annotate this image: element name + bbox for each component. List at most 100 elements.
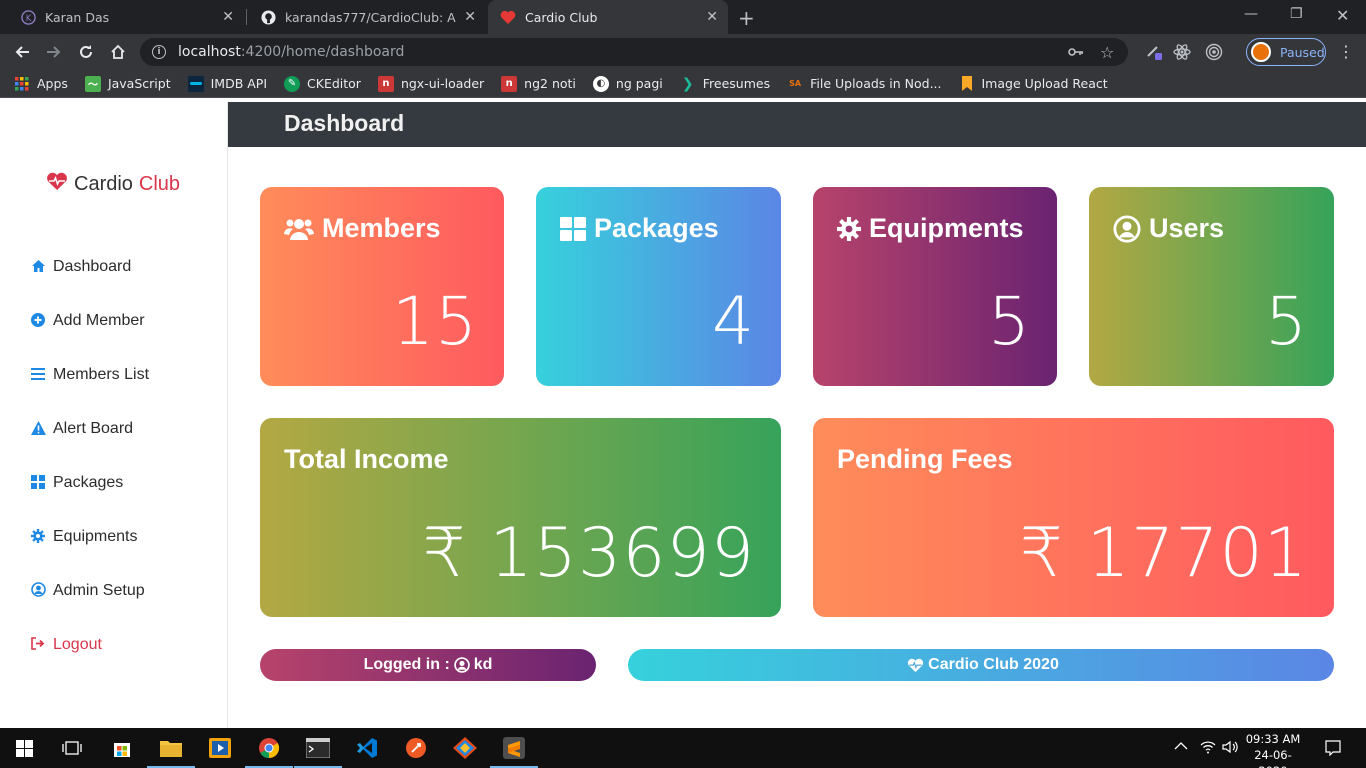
- bookmark-ckeditor[interactable]: ✎ CKEditor: [284, 75, 361, 92]
- stat-card-packages[interactable]: Packages 4: [536, 187, 781, 386]
- nav-equipments[interactable]: Equipments: [30, 525, 138, 549]
- nav-dashboard[interactable]: Dashboard: [30, 255, 131, 279]
- npm-icon: n: [501, 75, 518, 92]
- store-icon[interactable]: [98, 728, 146, 768]
- bookmark-apps[interactable]: Apps: [14, 76, 68, 92]
- pending-fees-card[interactable]: Pending Fees ₹ 17701: [813, 418, 1334, 617]
- npm-icon: n: [377, 75, 394, 92]
- window-close-icon[interactable]: ✕: [1336, 6, 1349, 25]
- brand-name: Cardio: [74, 173, 133, 195]
- profile-paused-button[interactable]: Paused: [1246, 38, 1326, 66]
- windows-start-icon[interactable]: [0, 728, 48, 768]
- bookmark-label: File Uploads in Nod...: [810, 76, 942, 91]
- postman-icon[interactable]: [392, 728, 440, 768]
- nav-label: Dashboard: [53, 258, 132, 275]
- home-browser-icon[interactable]: [106, 40, 130, 64]
- profile-status: Paused: [1280, 44, 1325, 60]
- reload-icon[interactable]: [74, 40, 98, 64]
- git-kraken-icon[interactable]: [441, 728, 489, 768]
- browser-toolbar: i localhost:4200/home/dashboard ☆ Paused: [0, 34, 1366, 70]
- terminal-icon[interactable]: [294, 728, 342, 768]
- bookmark-icon: [959, 76, 975, 92]
- browser-menu-icon[interactable]: ⋮: [1338, 42, 1354, 61]
- stat-card-equipments[interactable]: Equipments 5: [813, 187, 1057, 386]
- wifi-icon[interactable]: [1200, 740, 1216, 758]
- file-explorer-icon[interactable]: [147, 728, 195, 768]
- key-icon[interactable]: [1068, 38, 1084, 66]
- tab-divider: [246, 9, 247, 25]
- stat-card-members[interactable]: Members 15: [260, 187, 504, 386]
- list-icon: [30, 367, 46, 383]
- address-bar[interactable]: i localhost:4200/home/dashboard ☆: [140, 38, 1128, 66]
- page-header: Dashboard: [228, 102, 1366, 147]
- url-host: localhost: [178, 44, 241, 60]
- react-devtools-icon[interactable]: [1172, 42, 1192, 62]
- back-icon[interactable]: [10, 40, 34, 64]
- close-tab-icon[interactable]: ✕: [706, 9, 718, 25]
- nav-label: Equipments: [53, 528, 138, 545]
- nav-label: Add Member: [53, 312, 145, 329]
- stat-value: 4: [712, 283, 755, 360]
- nav-add-member[interactable]: Add Member: [30, 309, 145, 333]
- stat-label: Members: [322, 213, 441, 243]
- user-circle-icon: [1113, 214, 1141, 243]
- forward-icon[interactable]: [42, 40, 66, 64]
- browser-tab-karan-das[interactable]: K Karan Das ✕: [8, 0, 244, 34]
- clock-date: 24-06-2020: [1254, 748, 1292, 768]
- nav-admin-setup[interactable]: Admin Setup: [30, 579, 145, 603]
- nav-packages[interactable]: Packages: [30, 471, 123, 495]
- close-tab-icon[interactable]: ✕: [464, 9, 476, 25]
- augury-icon[interactable]: [1204, 42, 1224, 62]
- sidebar: Cardio Club Dashboard Add Member Members…: [0, 102, 228, 728]
- bookmark-javascript[interactable]: 〜 JavaScript: [84, 75, 171, 92]
- sublime-text-icon[interactable]: [490, 728, 538, 768]
- browser-tab-cardio-club[interactable]: Cardio Club ✕: [488, 0, 728, 34]
- clock-time: 09:33 AM: [1245, 732, 1301, 746]
- income-value: ₹ 153699: [422, 514, 755, 593]
- brand-logo[interactable]: Cardio Club: [46, 172, 180, 197]
- user-circle-icon: [453, 657, 470, 673]
- browser-tab-github[interactable]: karandas777/CardioClub: A Gym ✕: [248, 0, 486, 34]
- bookmark-ngx-ui-loader[interactable]: n ngx-ui-loader: [377, 75, 484, 92]
- bookmark-label: JavaScript: [107, 76, 171, 91]
- notification-center-icon[interactable]: [1325, 740, 1341, 760]
- chrome-icon[interactable]: [245, 728, 293, 768]
- restore-icon[interactable]: ❐: [1290, 6, 1303, 22]
- new-tab-button[interactable]: +: [738, 6, 755, 30]
- minimize-icon[interactable]: —: [1244, 6, 1258, 22]
- star-bookmark-icon[interactable]: ☆: [1100, 38, 1114, 66]
- task-view-icon[interactable]: [48, 728, 96, 768]
- bookmark-imdb-api[interactable]: IMDB API: [187, 75, 268, 92]
- bookmark-file-uploads[interactable]: SA File Uploads in Nod...: [787, 76, 941, 92]
- close-tab-icon[interactable]: ✕: [222, 9, 234, 25]
- heartbeat-icon: [907, 658, 924, 673]
- heartbeat-icon: [46, 172, 68, 197]
- tab-title: karandas777/CardioClub: A Gym: [285, 9, 457, 25]
- gear-icon: [30, 528, 46, 546]
- stat-value: 5: [988, 283, 1031, 360]
- bookmark-image-upload-react[interactable]: Image Upload React: [959, 76, 1108, 92]
- nav-alert-board[interactable]: Alert Board: [30, 417, 133, 441]
- nav-label: Members List: [53, 366, 150, 383]
- system-clock[interactable]: 09:33 AM 24-06-2020: [1240, 731, 1306, 768]
- browser-tab-bar: K Karan Das ✕ karandas777/CardioClub: A …: [0, 0, 1366, 34]
- bookmark-ng2-noti[interactable]: n ng2 noti: [501, 75, 576, 92]
- volume-icon[interactable]: [1222, 740, 1238, 758]
- bookmark-label: Apps: [37, 76, 68, 91]
- tab-title: Cardio Club: [525, 9, 598, 25]
- grid-icon: [30, 474, 46, 492]
- users-icon: [284, 216, 314, 242]
- nav-members-list[interactable]: Members List: [30, 363, 149, 387]
- vscode-icon[interactable]: [343, 728, 391, 768]
- total-income-card[interactable]: Total Income ₹ 153699: [260, 418, 781, 617]
- bookmark-ng-pagi[interactable]: ◐ ng pagi: [592, 75, 663, 92]
- bookmark-freesumes[interactable]: ❯ Freesumes: [680, 76, 770, 92]
- stat-card-users[interactable]: Users 5: [1089, 187, 1334, 386]
- globe-icon: ◐: [592, 75, 609, 92]
- bookmark-label: IMDB API: [210, 76, 268, 91]
- site-info-icon[interactable]: i: [152, 45, 166, 59]
- extension-pen-icon[interactable]: [1144, 42, 1164, 62]
- nav-logout[interactable]: Logout: [30, 633, 102, 657]
- chevron-up-icon[interactable]: [1174, 740, 1188, 755]
- media-player-icon[interactable]: [196, 728, 244, 768]
